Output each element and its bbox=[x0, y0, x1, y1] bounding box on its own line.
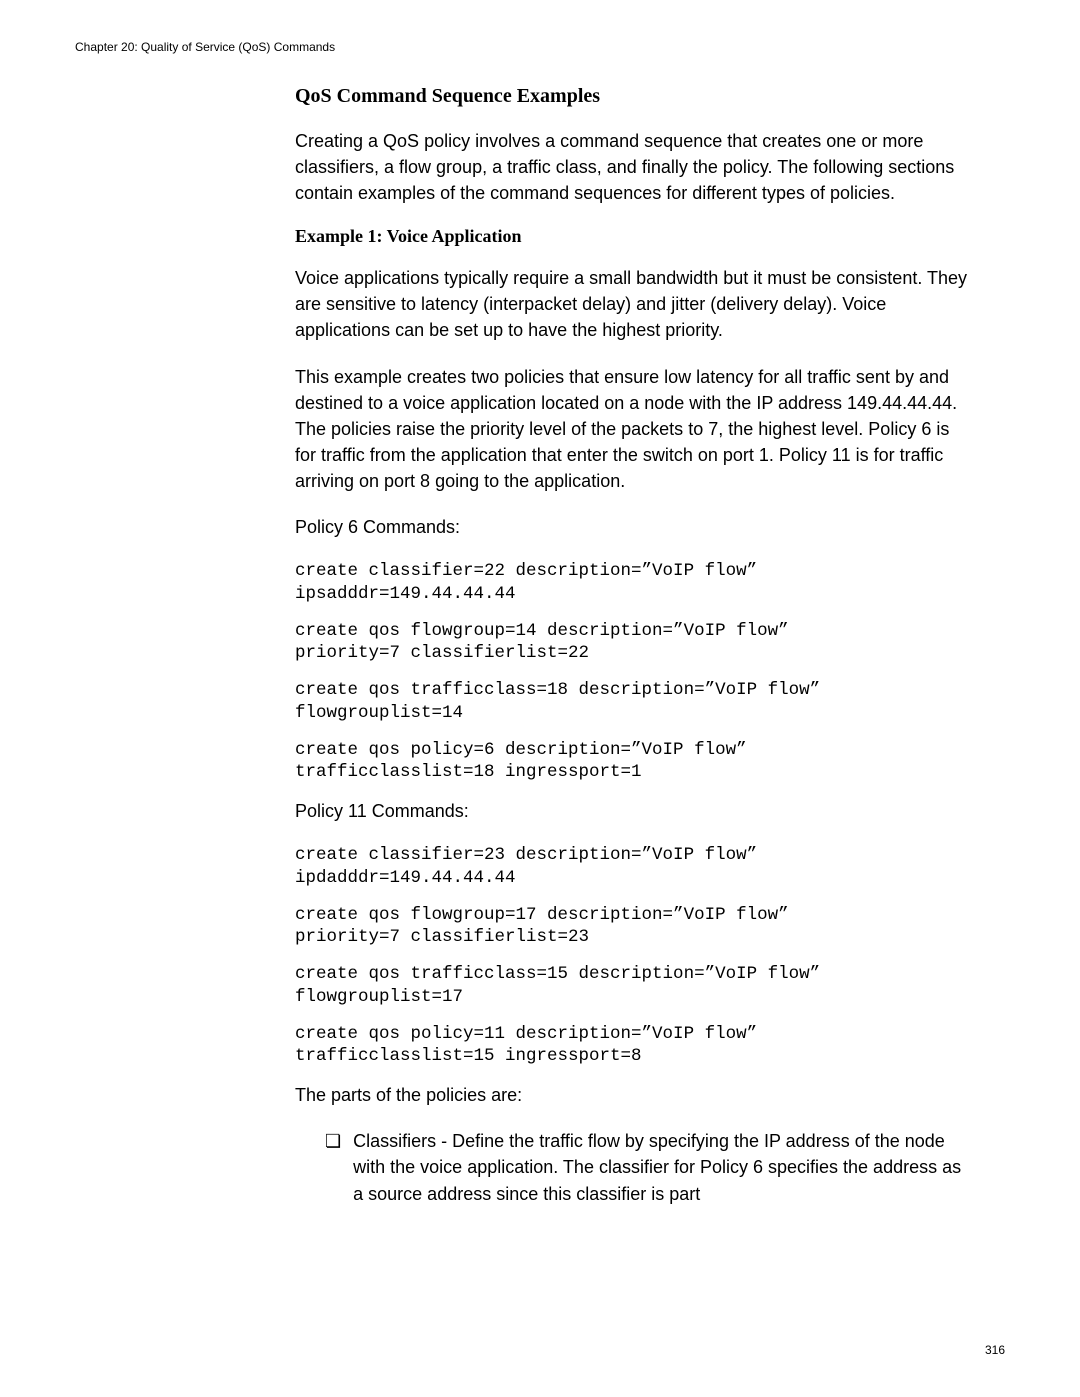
main-content: QoS Command Sequence Examples Creating a… bbox=[295, 85, 975, 1207]
policy-6-command-4: create qos policy=6 description=”VoIP fl… bbox=[295, 739, 975, 785]
section-title: QoS Command Sequence Examples bbox=[295, 85, 975, 108]
example-1-para-1: Voice applications typically require a s… bbox=[295, 265, 975, 343]
policy-11-command-3: create qos trafficclass=15 description=”… bbox=[295, 963, 975, 1009]
page-header: Chapter 20: Quality of Service (QoS) Com… bbox=[75, 40, 335, 54]
page-number: 316 bbox=[985, 1343, 1005, 1357]
intro-paragraph: Creating a QoS policy involves a command… bbox=[295, 128, 975, 206]
policy-6-command-3: create qos trafficclass=18 description=”… bbox=[295, 679, 975, 725]
bullet-icon: ❏ bbox=[325, 1128, 341, 1154]
policy-6-label: Policy 6 Commands: bbox=[295, 514, 975, 540]
policy-11-command-2: create qos flowgroup=17 description=”VoI… bbox=[295, 904, 975, 950]
policy-11-label: Policy 11 Commands: bbox=[295, 798, 975, 824]
policy-6-command-1: create classifier=22 description=”VoIP f… bbox=[295, 560, 975, 606]
bullet-list: ❏ Classifiers - Define the traffic flow … bbox=[325, 1128, 975, 1206]
policy-11-command-1: create classifier=23 description=”VoIP f… bbox=[295, 844, 975, 890]
list-item: ❏ Classifiers - Define the traffic flow … bbox=[325, 1128, 975, 1206]
example-1-para-2: This example creates two policies that e… bbox=[295, 364, 975, 494]
parts-intro: The parts of the policies are: bbox=[295, 1082, 975, 1108]
policy-6-command-2: create qos flowgroup=14 description=”VoI… bbox=[295, 620, 975, 666]
example-1-title: Example 1: Voice Application bbox=[295, 226, 975, 247]
chapter-line: Chapter 20: Quality of Service (QoS) Com… bbox=[75, 40, 335, 54]
policy-11-command-4: create qos policy=11 description=”VoIP f… bbox=[295, 1023, 975, 1069]
bullet-text: Classifiers - Define the traffic flow by… bbox=[353, 1128, 975, 1206]
